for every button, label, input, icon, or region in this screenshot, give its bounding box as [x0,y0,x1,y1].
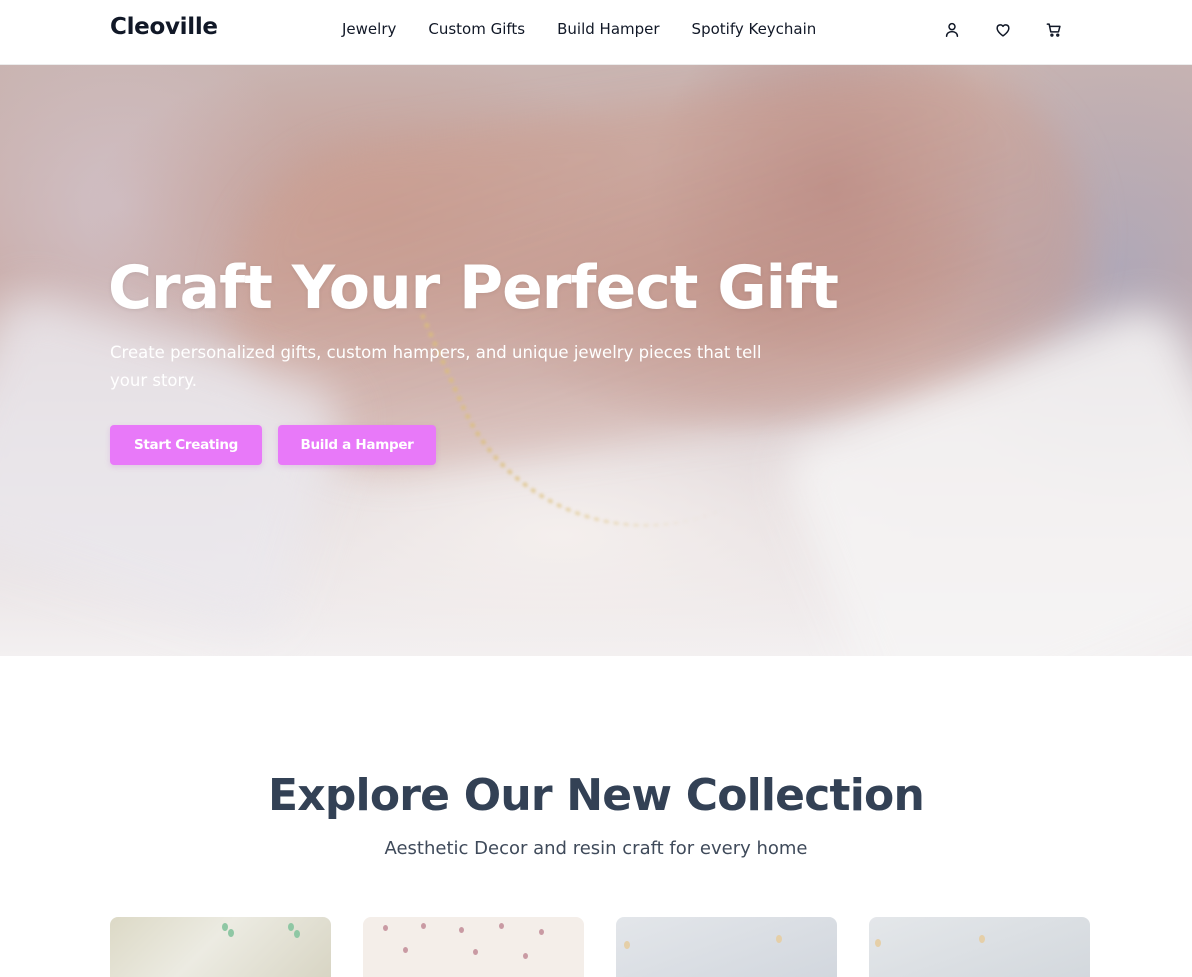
user-icon[interactable] [942,20,962,40]
product-image-detail [421,923,426,929]
product-image-detail [979,935,985,943]
product-image-detail [228,929,234,937]
product-image-detail [222,923,228,931]
hero-title: Craft Your Perfect Gift [108,253,839,323]
product-image-detail [875,939,881,947]
product-image-detail [294,930,300,938]
product-image-detail [288,923,294,931]
heart-icon[interactable] [993,20,1013,40]
nav-build-hamper[interactable]: Build Hamper [557,20,659,38]
product-card[interactable] [363,917,584,977]
product-image-detail [403,947,408,953]
hero-subtitle: Create personalized gifts, custom hamper… [110,343,762,390]
collection-subtitle: Aesthetic Decor and resin craft for ever… [384,838,808,859]
product-image-detail [624,941,630,949]
main-nav: Jewelry Custom Gifts Build Hamper Spotif… [342,20,816,38]
cart-icon[interactable] [1044,20,1064,40]
build-hamper-button[interactable]: Build a Hamper [278,425,436,465]
collection-grid [110,917,1090,977]
start-creating-button[interactable]: Start Creating [110,425,262,465]
product-image-detail [459,927,464,933]
product-card[interactable] [869,917,1090,977]
nav-jewelry[interactable]: Jewelry [342,20,396,38]
product-image-detail [473,949,478,955]
product-image-detail [383,925,388,931]
product-image-detail [499,923,504,929]
collection-title: Explore Our New Collection [268,770,925,821]
product-image-detail [539,929,544,935]
hero-actions: Start Creating Build a Hamper [110,425,436,465]
header-actions [942,20,1064,40]
nav-custom-gifts[interactable]: Custom Gifts [428,20,525,38]
nav-spotify-keychain[interactable]: Spotify Keychain [692,20,817,38]
product-image-detail [523,953,528,959]
site-header: Cleoville Jewelry Custom Gifts Build Ham… [0,0,1192,65]
hero-banner: Craft Your Perfect Gift Create personali… [0,65,1192,656]
product-card[interactable] [110,917,331,977]
brand-logo[interactable]: Cleoville [110,14,218,40]
product-card[interactable] [616,917,837,977]
product-image-detail [776,935,782,943]
